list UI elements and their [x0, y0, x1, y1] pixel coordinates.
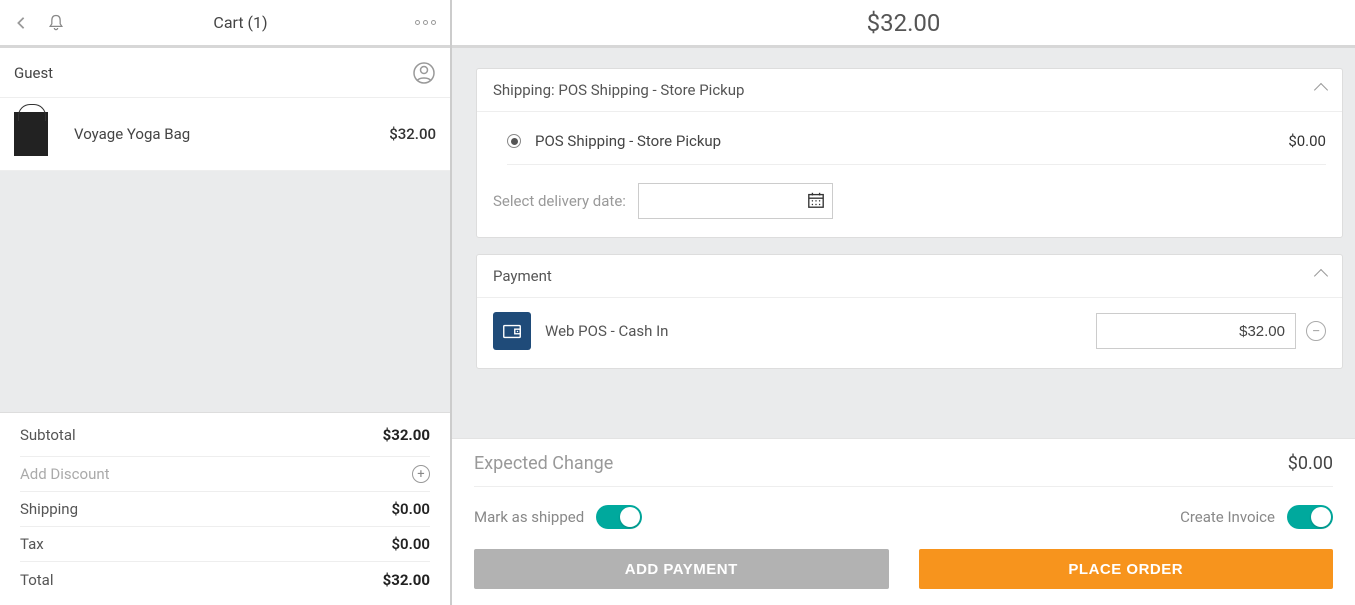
- create-invoice-label: Create Invoice: [1180, 508, 1275, 526]
- payment-panel-header[interactable]: Payment: [477, 255, 1342, 298]
- button-row: ADD PAYMENT PLACE ORDER: [474, 549, 1333, 589]
- subtotal-label: Subtotal: [20, 426, 76, 444]
- chevron-up-icon: [1314, 269, 1328, 283]
- cart-spacer: [0, 171, 450, 412]
- mark-shipped-toggle[interactable]: [596, 505, 642, 529]
- shipping-panel: Shipping: POS Shipping - Store Pickup PO…: [476, 68, 1343, 238]
- cart-item-price: $32.00: [389, 125, 436, 143]
- create-invoice-toggle[interactable]: [1287, 505, 1333, 529]
- tax-label: Tax: [20, 535, 44, 553]
- chevron-up-icon: [1314, 83, 1328, 97]
- radio-selected-icon[interactable]: [507, 134, 521, 148]
- grand-total: $32.00: [867, 9, 941, 37]
- expected-change-row: Expected Change $0.00: [474, 453, 1333, 487]
- delivery-date-label: Select delivery date:: [493, 192, 626, 210]
- bell-icon[interactable]: [46, 13, 66, 33]
- expected-change-value: $0.00: [1288, 453, 1333, 474]
- shipping-total-label: Shipping: [20, 500, 78, 518]
- back-icon[interactable]: [14, 16, 28, 30]
- subtotal-row: Subtotal $32.00: [20, 413, 430, 457]
- tax-value: $0.00: [391, 535, 430, 553]
- wallet-icon: [493, 312, 531, 350]
- right-header: $32.00: [452, 0, 1355, 48]
- guest-row[interactable]: Guest: [0, 48, 450, 98]
- user-icon[interactable]: [412, 61, 436, 85]
- add-discount-icon[interactable]: +: [412, 465, 430, 483]
- mark-shipped-group: Mark as shipped: [474, 505, 642, 529]
- shipping-option-price: $0.00: [1288, 132, 1326, 150]
- delivery-date-input[interactable]: [638, 183, 833, 219]
- payment-method-row: Web POS - Cash In −: [493, 312, 1326, 350]
- guest-label: Guest: [14, 64, 412, 82]
- right-panel: $32.00 Shipping: POS Shipping - Store Pi…: [452, 0, 1355, 605]
- left-panel: Cart (1) Guest Voyage Yoga Bag $32.00 Su…: [0, 0, 452, 605]
- total-value: $32.00: [383, 571, 430, 589]
- calendar-icon[interactable]: [807, 191, 825, 209]
- add-payment-button[interactable]: ADD PAYMENT: [474, 549, 889, 589]
- payment-panel: Payment Web POS - Cash In −: [476, 254, 1343, 369]
- totals: Subtotal $32.00 Add Discount + Shipping …: [0, 412, 450, 605]
- remove-payment-icon[interactable]: −: [1306, 321, 1326, 341]
- shipping-total-row: Shipping $0.00: [20, 492, 430, 527]
- total-label: Total: [20, 571, 54, 589]
- cart-item-name: Voyage Yoga Bag: [74, 125, 389, 143]
- subtotal-value: $32.00: [383, 426, 430, 444]
- cart-item[interactable]: Voyage Yoga Bag $32.00: [0, 98, 450, 171]
- shipping-header-text: Shipping: POS Shipping - Store Pickup: [493, 81, 744, 99]
- expected-change-label: Expected Change: [474, 453, 613, 474]
- payment-method-name: Web POS - Cash In: [545, 322, 1096, 340]
- payment-amount-input[interactable]: [1096, 313, 1296, 349]
- shipping-option-name: POS Shipping - Store Pickup: [535, 132, 1288, 150]
- product-thumbnail: [14, 112, 48, 156]
- left-header: Cart (1): [0, 0, 450, 48]
- right-footer: Expected Change $0.00 Mark as shipped Cr…: [452, 438, 1355, 605]
- tax-row: Tax $0.00: [20, 527, 430, 562]
- cart-title: Cart (1): [66, 13, 415, 32]
- shipping-panel-header[interactable]: Shipping: POS Shipping - Store Pickup: [477, 69, 1342, 112]
- shipping-option[interactable]: POS Shipping - Store Pickup $0.00: [507, 126, 1326, 165]
- payment-header-text: Payment: [493, 267, 552, 285]
- toggle-row: Mark as shipped Create Invoice: [474, 505, 1333, 529]
- shipping-total-value: $0.00: [391, 500, 430, 518]
- mark-shipped-label: Mark as shipped: [474, 508, 584, 526]
- discount-label: Add Discount: [20, 465, 110, 483]
- create-invoice-group: Create Invoice: [1180, 505, 1333, 529]
- place-order-button[interactable]: PLACE ORDER: [919, 549, 1334, 589]
- total-row: Total $32.00: [20, 562, 430, 597]
- discount-row[interactable]: Add Discount +: [20, 457, 430, 492]
- delivery-date-row: Select delivery date:: [493, 183, 1326, 219]
- right-body: Shipping: POS Shipping - Store Pickup PO…: [452, 48, 1355, 438]
- more-icon[interactable]: [415, 20, 436, 25]
